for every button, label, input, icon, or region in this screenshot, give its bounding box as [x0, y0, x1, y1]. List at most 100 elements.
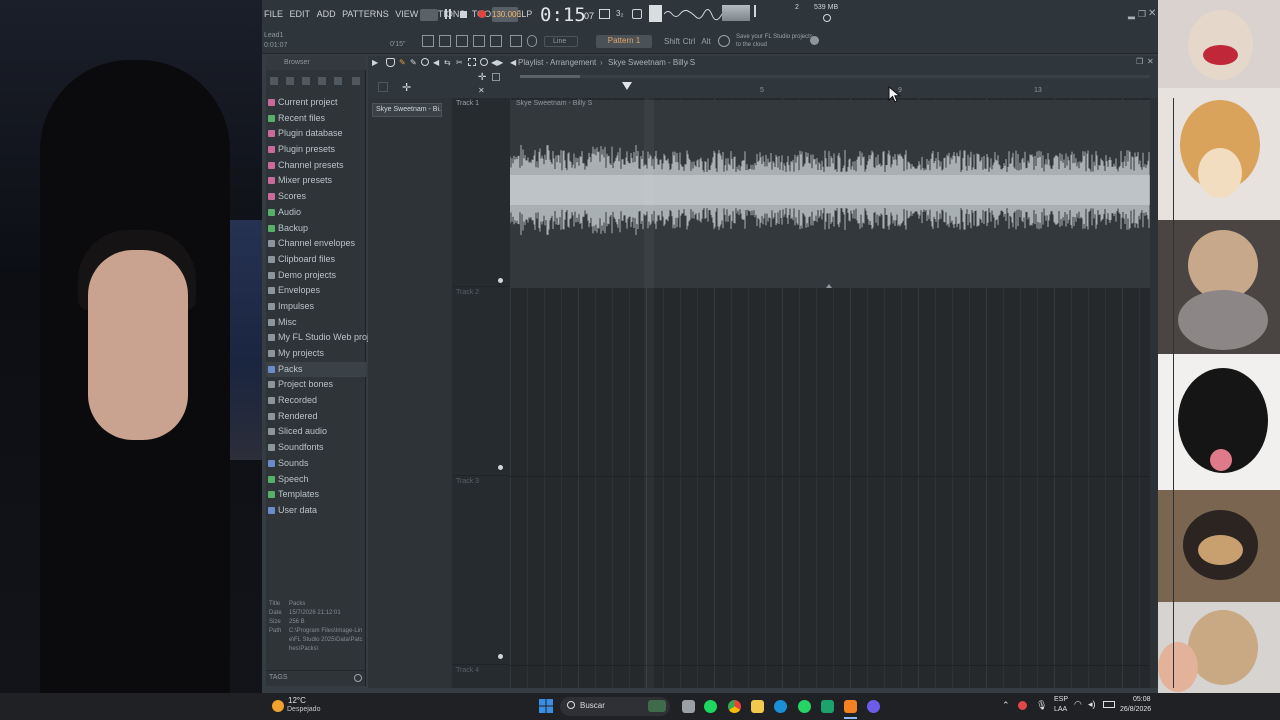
browser-item[interactable]: Speech — [266, 472, 366, 488]
alt-key[interactable]: Alt — [700, 36, 712, 48]
app-green-icon[interactable] — [821, 700, 834, 713]
browser-back-icon[interactable] — [270, 77, 278, 85]
windows-start-icon[interactable] — [539, 699, 553, 713]
weather-icon[interactable] — [272, 700, 284, 712]
taskbar-search-box[interactable]: Buscar — [560, 697, 670, 716]
menu-view[interactable]: VIEW — [395, 9, 418, 19]
browser-item[interactable]: Plugin database — [266, 126, 366, 142]
browser-item[interactable]: Envelopes — [266, 283, 366, 299]
language-code[interactable]: ESP — [1054, 696, 1068, 703]
cloud-icon[interactable] — [810, 36, 819, 45]
file-explorer-icon[interactable] — [751, 700, 764, 713]
horizontal-scroll-thumb[interactable] — [520, 75, 580, 78]
slip-tool-icon[interactable]: ⇆ — [444, 58, 451, 67]
browser-item[interactable]: Packs — [266, 361, 366, 378]
window-restore-icon[interactable]: ❐ — [1138, 9, 1146, 20]
tray-overflow-icon[interactable]: ⌃ — [1002, 700, 1010, 711]
zoom-tool-icon[interactable] — [480, 58, 488, 66]
playlist-restore-icon[interactable]: ❐ — [1136, 57, 1143, 66]
channel-rack-window-icon[interactable] — [456, 35, 468, 47]
playlist-nav-icon[interactable]: ◀ — [510, 58, 516, 67]
browser-item[interactable]: Backup — [266, 221, 366, 237]
task-view-icon[interactable] — [682, 700, 695, 713]
browser-item[interactable]: My FL Studio Web projects — [266, 330, 386, 346]
playhead-marker-icon[interactable] — [622, 82, 632, 90]
chrome-icon[interactable] — [728, 700, 741, 713]
slice-tool-icon[interactable]: ✂ — [456, 58, 463, 67]
keyboard-layout[interactable]: LAA — [1054, 706, 1067, 713]
loop-record-icon[interactable] — [632, 9, 642, 19]
audio-clip[interactable]: Skye Sweetnam - Billy S — [510, 100, 1150, 288]
browser-item[interactable]: Audio — [266, 205, 366, 221]
browser-item[interactable]: Impulses — [266, 299, 366, 315]
browser-item[interactable]: Soundfonts — [266, 440, 366, 456]
whatsapp-icon[interactable] — [798, 700, 811, 713]
browser-item[interactable]: Plugin presets — [266, 142, 366, 158]
clock-date[interactable]: 26/8/2026 — [1120, 706, 1151, 713]
wifi-icon[interactable]: ◠ — [1074, 699, 1082, 710]
ctrl-key[interactable]: Ctrl — [682, 36, 696, 48]
track-header-4[interactable]: Track 4 — [452, 665, 510, 688]
pattern-item-audio-clip[interactable]: Skye Sweetnam - Bi... — [372, 103, 442, 117]
tempo-display[interactable]: 130.000 — [492, 7, 521, 22]
fl-studio-icon[interactable] — [844, 700, 857, 713]
browser-item[interactable]: Sounds — [266, 456, 366, 472]
add-pattern-icon[interactable]: ✛ — [402, 81, 411, 94]
paint-tool-icon[interactable]: ✎ — [410, 58, 417, 67]
browser-item[interactable]: Recent files — [266, 111, 366, 127]
view-toggle-icon[interactable] — [492, 73, 500, 81]
browser-sort-icon[interactable] — [302, 77, 310, 85]
weather-temperature[interactable]: 12°C — [288, 696, 306, 705]
track-header-3[interactable]: Track 3 — [452, 476, 510, 665]
browser-item[interactable]: Mixer presets — [266, 173, 366, 189]
battery-icon[interactable] — [1103, 701, 1115, 708]
browser-item[interactable]: Recorded — [266, 393, 366, 409]
timeline-ruler[interactable]: 5 9 13 — [510, 82, 1150, 98]
browser-item[interactable]: Project bones — [266, 377, 366, 393]
browser-item[interactable]: Channel presets — [266, 158, 366, 174]
record-icon[interactable] — [478, 10, 486, 18]
playlist-window-icon[interactable] — [422, 35, 434, 47]
browser-item[interactable]: Demo projects — [266, 268, 366, 284]
clock-time[interactable]: 05:08 — [1133, 696, 1151, 703]
track-3-mute-icon[interactable] — [498, 654, 503, 659]
playlist-menu-arrow-icon[interactable]: ▶ — [372, 58, 378, 67]
discord-icon[interactable] — [867, 700, 880, 713]
browser-item[interactable]: User data — [266, 503, 366, 519]
snap-selector[interactable]: Line — [544, 36, 578, 47]
playlist-close-icon[interactable]: ✕ — [1147, 57, 1154, 66]
edge-icon[interactable] — [774, 700, 787, 713]
mixer-window-icon[interactable] — [473, 35, 485, 47]
clip-fade-handle-icon[interactable] — [826, 284, 832, 288]
menu-edit[interactable]: EDIT — [290, 9, 311, 19]
settings-icon[interactable] — [718, 35, 730, 47]
metronome-icon[interactable] — [649, 5, 662, 22]
master-volume-meter[interactable] — [722, 5, 750, 21]
volume-icon[interactable]: ◂) — [1088, 699, 1096, 710]
stop-icon[interactable] — [460, 11, 467, 18]
browser-item[interactable]: My projects — [266, 346, 366, 362]
delete-tool-icon[interactable] — [421, 58, 429, 66]
browser-filter-icon[interactable] — [334, 77, 342, 85]
browser-item[interactable]: Clipboard files — [266, 252, 366, 268]
browser-item[interactable]: Templates — [266, 487, 366, 503]
playlist-song-arrow-icon[interactable]: › — [686, 58, 689, 67]
browser-item[interactable]: Scores — [266, 189, 366, 205]
window-close-icon[interactable]: ✕ — [1148, 8, 1156, 19]
browser-window-icon[interactable] — [490, 35, 502, 47]
spotify-icon[interactable] — [704, 700, 717, 713]
track-2-mute-icon[interactable] — [498, 465, 503, 470]
draw-tool-icon[interactable]: ✎ — [399, 58, 406, 67]
step-edit-icon[interactable]: 3₂ — [616, 9, 624, 18]
track-1-mute-icon[interactable] — [498, 278, 503, 283]
select-tool-icon[interactable] — [468, 58, 476, 66]
menu-patterns[interactable]: PATTERNS — [342, 9, 389, 19]
tray-app-icon[interactable] — [1018, 701, 1027, 710]
browser-collapse-icon[interactable] — [286, 77, 294, 85]
browser-item[interactable]: Sliced audio — [266, 424, 366, 440]
pattern-selector[interactable]: Pattern 1 — [596, 35, 652, 48]
browser-item[interactable]: Misc — [266, 315, 366, 331]
browser-item[interactable]: Current project — [266, 95, 366, 111]
pattern-song-toggle[interactable] — [420, 9, 438, 21]
track-header-2[interactable]: Track 2 — [452, 287, 510, 476]
